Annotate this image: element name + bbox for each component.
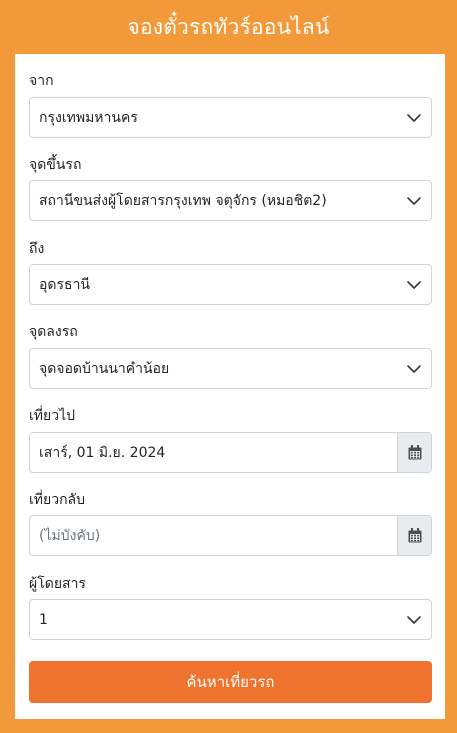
depart-date-group [29, 432, 432, 473]
page-title: จองตั๋วรถทัวร์ออนไลน์ [127, 14, 330, 39]
destination-value: อุดรธานี [39, 276, 90, 293]
return-date-input[interactable] [30, 516, 397, 555]
passengers-label: ผู้โดยสาร [29, 576, 86, 592]
chevron-down-icon [407, 197, 421, 205]
depart-date-picker-button[interactable] [397, 433, 431, 472]
boarding-point-label: จุดขึ้นรถ [29, 157, 82, 173]
calendar-icon [408, 445, 421, 460]
boarding-point-select[interactable]: สถานีขนส่งผู้โดยสารกรุงเทพ จตุจักร (หมอช… [29, 180, 432, 221]
dropoff-point-select[interactable]: จุดจอดบ้านนาคำน้อย [29, 348, 432, 389]
chevron-down-icon [407, 114, 421, 122]
depart-date-input[interactable] [30, 433, 397, 472]
return-date-group [29, 515, 432, 556]
origin-select[interactable]: กรุงเทพมหานคร [29, 97, 432, 138]
search-trips-button[interactable]: ค้นหาเที่ยวรถ [29, 661, 432, 703]
depart-date-label: เที่ยวไป [29, 408, 76, 424]
destination-select[interactable]: อุดรธานี [29, 264, 432, 305]
chevron-down-icon [407, 365, 421, 373]
destination-label: ถึง [29, 241, 45, 257]
calendar-icon [408, 528, 421, 543]
chevron-down-icon [407, 616, 421, 624]
passengers-select[interactable]: 1 [29, 599, 432, 640]
dropoff-point-label: จุดลงรถ [29, 324, 78, 340]
boarding-point-value: สถานีขนส่งผู้โดยสารกรุงเทพ จตุจักร (หมอช… [39, 192, 327, 209]
return-date-picker-button[interactable] [397, 516, 431, 555]
page-header: จองตั๋วรถทัวร์ออนไลน์ [0, 0, 457, 54]
origin-label: จาก [29, 73, 54, 89]
dropoff-point-value: จุดจอดบ้านนาคำน้อย [39, 360, 170, 377]
return-date-label: เที่ยวกลับ [29, 492, 86, 508]
chevron-down-icon [407, 281, 421, 289]
origin-value: กรุงเทพมหานคร [39, 109, 138, 126]
passengers-value: 1 [39, 611, 48, 628]
booking-form: จาก กรุงเทพมหานคร จุดขึ้นรถ สถานีขนส่งผู… [15, 54, 445, 719]
